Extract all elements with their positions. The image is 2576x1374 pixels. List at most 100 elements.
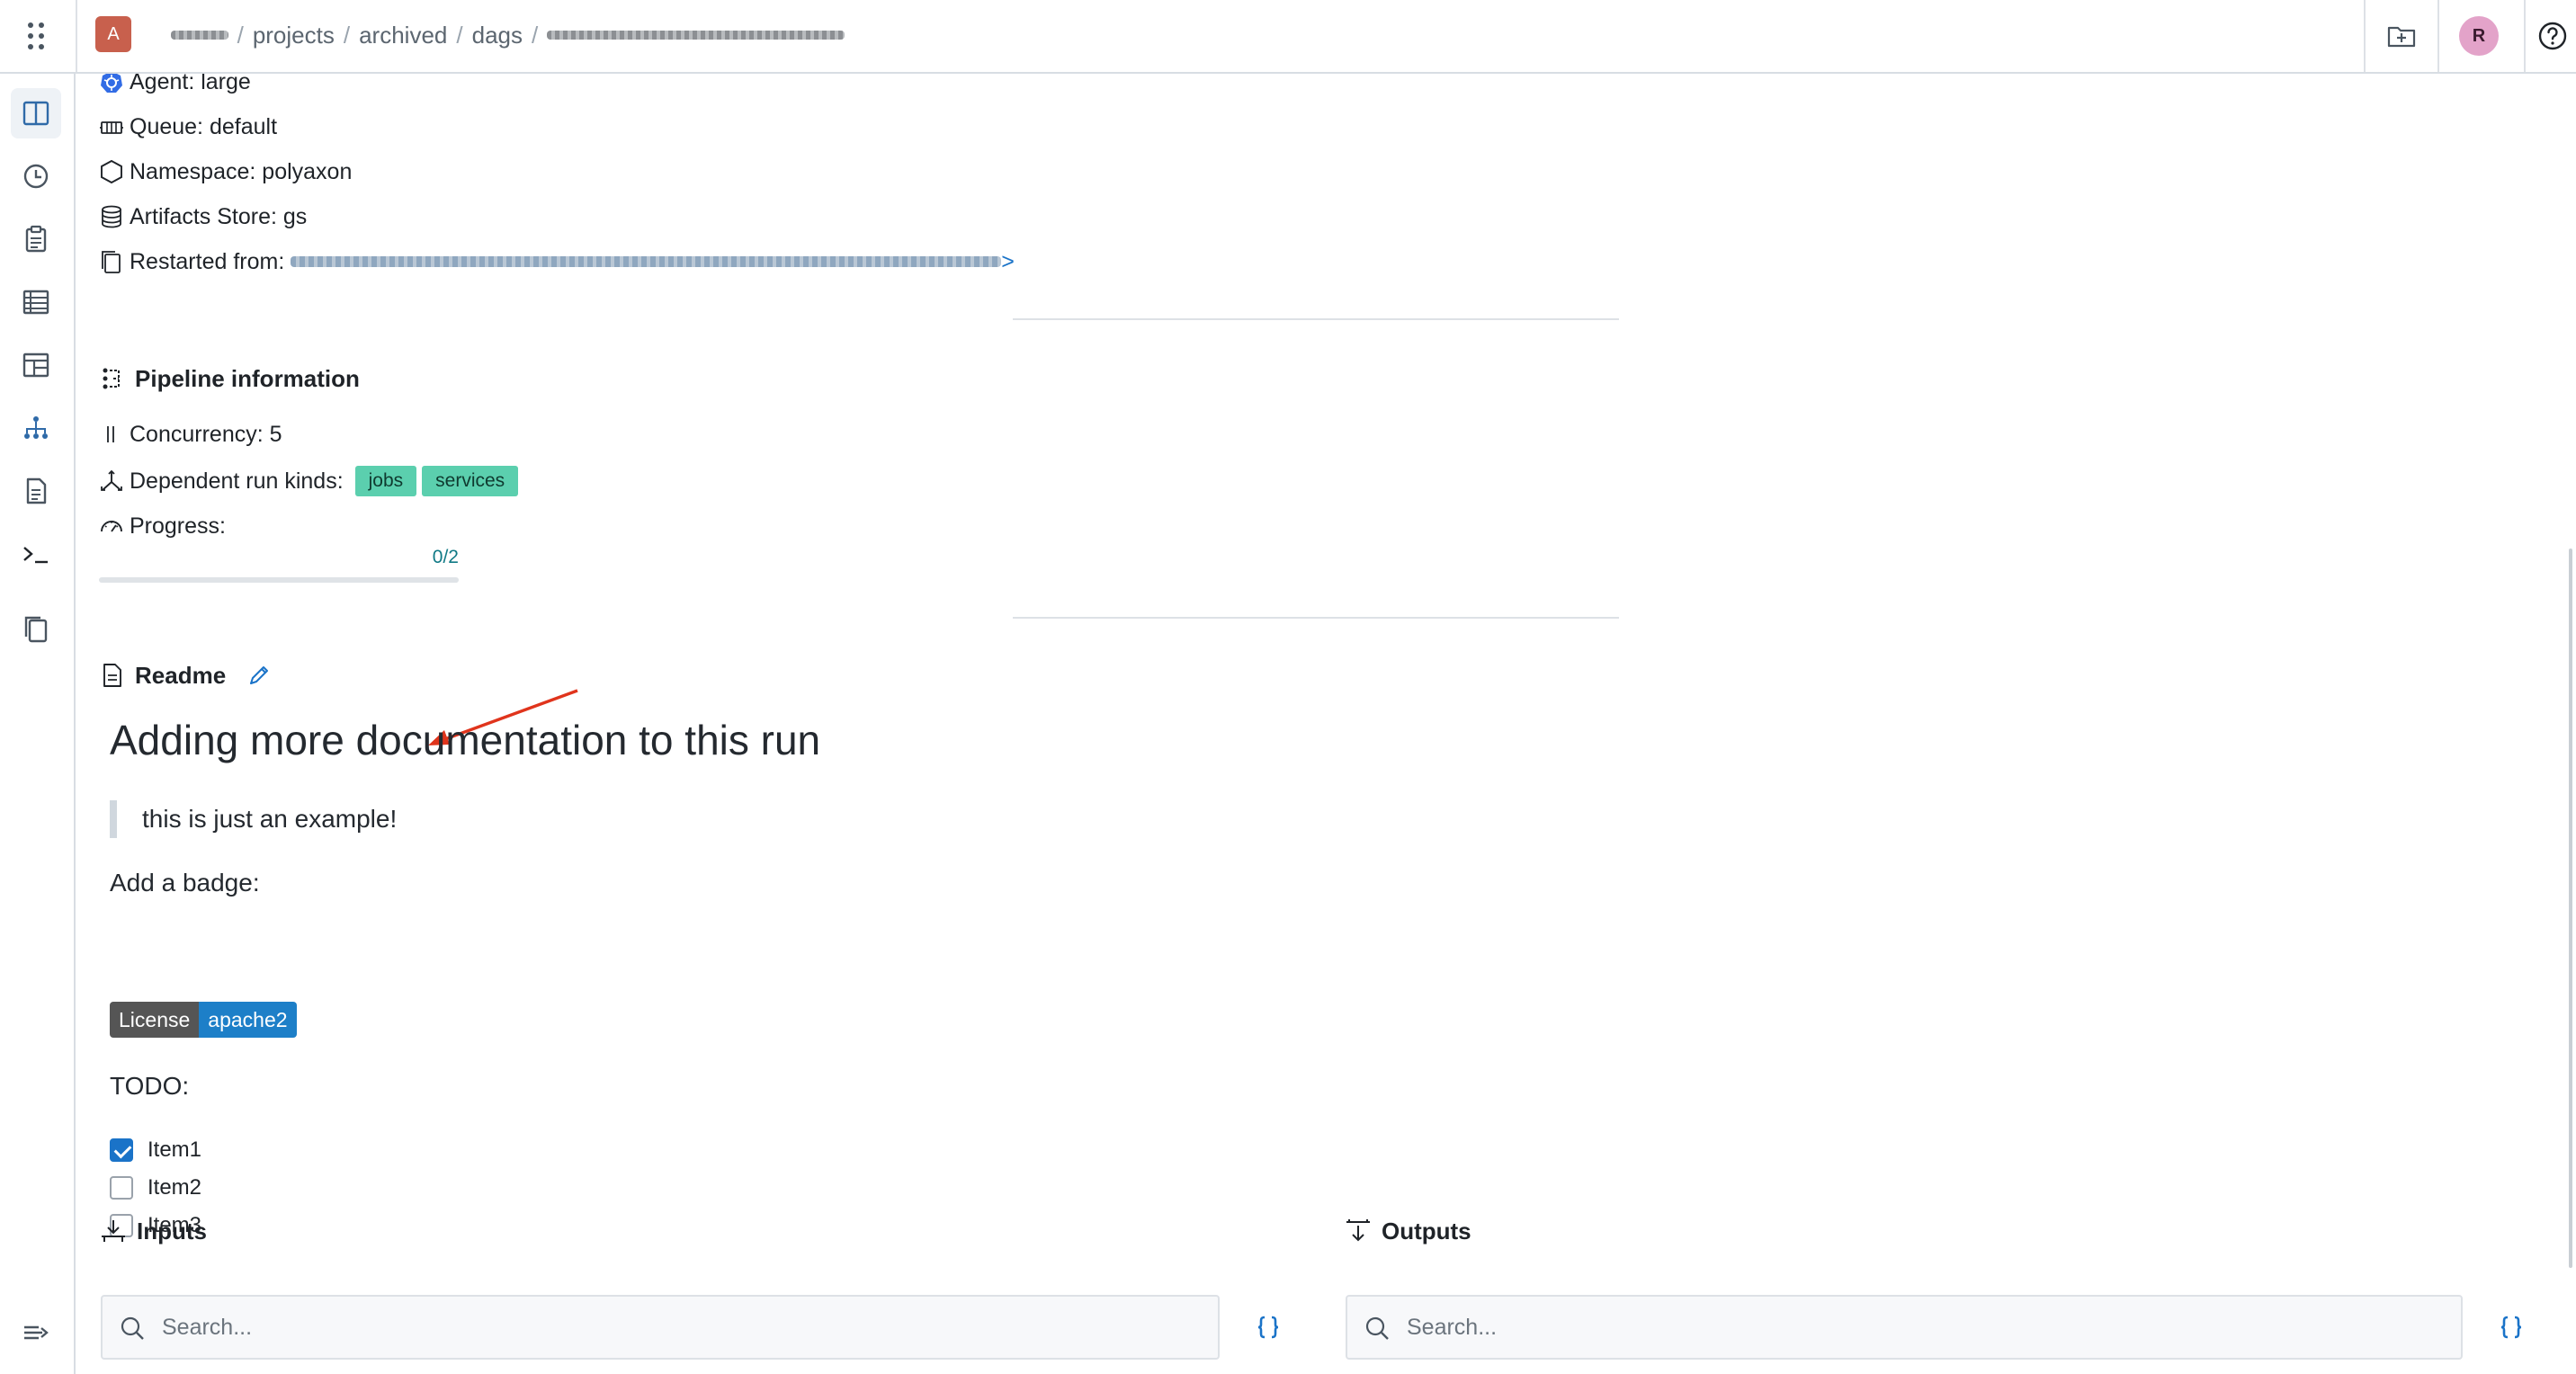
queue-icon — [99, 114, 124, 139]
terminal-icon — [23, 547, 48, 564]
scrollbar[interactable] — [2569, 549, 2572, 1268]
topbar-divider — [2524, 0, 2526, 72]
sidebar-item-overview[interactable] — [11, 88, 61, 138]
database-icon — [99, 204, 124, 229]
braces-icon[interactable] — [1254, 1313, 1283, 1342]
folder-add-icon[interactable] — [2385, 20, 2418, 52]
sidebar-collapse-toggle[interactable] — [20, 1316, 52, 1349]
pipeline-concurrency: Concurrency: 5 — [99, 421, 282, 457]
outputs-title: Outputs — [1382, 1217, 1471, 1245]
layout-icon — [22, 352, 49, 378]
collapse-right-icon — [24, 1325, 49, 1340]
topbar-divider — [2437, 0, 2439, 72]
left-sidebar — [0, 74, 76, 1374]
license-badge[interactable]: License apache2 — [110, 1002, 297, 1038]
meta-agent: Agent: large — [99, 68, 251, 104]
topbar-divider — [2364, 0, 2366, 72]
todo-item: Item2 — [110, 1174, 201, 1205]
readme-todo-title: TODO: — [110, 1072, 190, 1100]
readme-section-title: Readme — [99, 660, 272, 696]
restarted-from-link[interactable] — [291, 253, 1002, 271]
user-avatar[interactable]: R — [2459, 16, 2499, 56]
queue-label: Queue: default — [130, 113, 278, 139]
sidebar-item-timeline[interactable] — [20, 160, 52, 192]
braces-icon[interactable] — [2497, 1313, 2526, 1342]
fork-icon — [99, 468, 124, 494]
sidebar-item-terminal[interactable] — [20, 538, 52, 570]
app-root: A acme / projects / archived / dags / experiment… — [0, 0, 2576, 1374]
sidebar-item-artifacts[interactable] — [20, 613, 52, 646]
pipeline-title: Pipeline information — [135, 364, 360, 392]
outputs-section-title: Outputs — [1344, 1216, 1471, 1252]
file-text-icon — [99, 662, 126, 689]
search-icon — [1365, 1316, 1389, 1340]
todo-label: Item2 — [148, 1174, 202, 1200]
breadcrumb-org[interactable]: acme — [171, 25, 228, 45]
copy-icon — [99, 249, 124, 274]
help-circle-icon[interactable] — [2536, 20, 2569, 52]
pipeline-section-title: Pipeline information — [99, 363, 360, 399]
pipeline-progress: Progress: — [99, 513, 226, 549]
breadcrumb-separator: / — [343, 21, 351, 49]
run-kind-tag: services — [422, 466, 519, 496]
todo-item: Item1 — [110, 1137, 201, 1167]
dashboard-icon — [99, 513, 124, 539]
todo-label: Item1 — [148, 1137, 202, 1162]
outputs-search-field — [1346, 1295, 2463, 1360]
badge-right: apache2 — [199, 1002, 297, 1038]
restarted-from-link-suffix[interactable]: > — [1001, 249, 1015, 275]
inputs-section-title: Inputs — [99, 1216, 207, 1252]
breadcrumb-projects[interactable]: projects — [253, 22, 335, 49]
run-kind-tag: jobs — [354, 466, 417, 496]
inputs-title: Inputs — [137, 1217, 207, 1245]
outputs-search-input[interactable] — [1407, 1309, 2298, 1345]
search-icon — [121, 1316, 144, 1340]
badge-left: License — [110, 1002, 200, 1038]
columns-icon — [22, 101, 49, 126]
sidebar-item-graph[interactable] — [20, 412, 52, 444]
section-divider — [1013, 617, 1619, 619]
todo-checkbox[interactable] — [110, 1175, 133, 1200]
meta-queue: Queue: default — [99, 113, 277, 149]
readme-heading: Adding more documentation to this run — [110, 717, 821, 763]
run-overview: Agent: large Queue: default Namespace: p… — [99, 69, 2545, 1374]
breadcrumb-archived[interactable]: archived — [359, 22, 447, 49]
sidebar-item-logs[interactable] — [20, 223, 52, 255]
meta-artifacts-store: Artifacts Store: gs — [99, 203, 307, 239]
dependent-kinds-label: Dependent run kinds: — [130, 468, 344, 494]
sidebar-item-runs[interactable] — [20, 286, 52, 318]
section-divider — [1013, 318, 1619, 320]
concurrency-label: Concurrency: 5 — [130, 421, 282, 447]
progress-label: Progress: — [130, 513, 226, 539]
graph-icon — [24, 416, 48, 439]
readme-blockquote: this is just an example! — [110, 800, 397, 838]
file-text-icon — [26, 477, 47, 504]
apps-grid-icon[interactable] — [25, 20, 47, 52]
sidebar-item-docs[interactable] — [20, 475, 52, 507]
sidebar-item-dashboards[interactable] — [20, 349, 52, 381]
meta-restarted-from: Restarted from: > — [99, 248, 1015, 284]
pipeline-icon — [99, 365, 126, 392]
todo-checkbox[interactable] — [110, 1138, 133, 1162]
breadcrumb-run[interactable]: experiment-with-tensorboard — [547, 25, 845, 45]
progress-track — [99, 577, 459, 583]
inputs-search-field — [101, 1295, 1220, 1360]
progress-bar: 0/2 — [99, 547, 459, 583]
export-icon — [1346, 1219, 1370, 1242]
top-bar: A acme / projects / archived / dags / experiment… — [0, 0, 2576, 74]
pencil-icon[interactable] — [246, 663, 272, 688]
pipeline-dependent-kinds: Dependent run kinds: jobs services — [99, 466, 519, 502]
meta-namespace: Namespace: polyaxon — [99, 158, 352, 194]
topbar-divider — [76, 0, 77, 72]
org-avatar[interactable]: A — [95, 16, 131, 52]
namespace-label: Namespace: polyaxon — [130, 158, 353, 184]
breadcrumb-separator: / — [532, 21, 539, 49]
inputs-search-input[interactable] — [162, 1309, 1054, 1345]
readme-badge-intro: Add a badge: — [110, 869, 260, 897]
breadcrumb-dags[interactable]: dags — [472, 22, 523, 49]
breadcrumb-separator: / — [237, 21, 244, 49]
clock-icon — [23, 164, 49, 189]
breadcrumb: acme / projects / archived / dags / experiment-w… — [171, 20, 845, 49]
copy-icon — [24, 616, 48, 643]
import-icon — [102, 1220, 125, 1243]
